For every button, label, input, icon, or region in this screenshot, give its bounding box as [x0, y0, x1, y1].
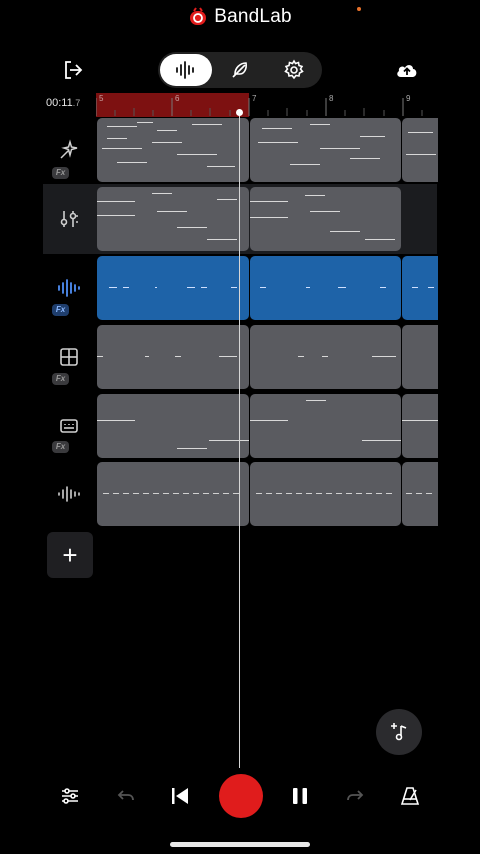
exit-icon [65, 61, 83, 79]
track-3-header[interactable] [52, 272, 86, 304]
track-1-header[interactable] [52, 134, 86, 166]
track-6-header[interactable] [52, 478, 86, 510]
mode-studio-icon-wrap[interactable] [160, 54, 212, 86]
fx-badge[interactable]: Fx [52, 304, 69, 316]
timeline-ruler[interactable]: 5 6 7 8 9 [96, 92, 438, 116]
settings-sliders-icon [62, 788, 78, 804]
track-5-clip[interactable] [250, 394, 401, 458]
exit-button[interactable] [58, 56, 88, 84]
pause-icon [293, 788, 307, 804]
cloud-upload-icon [397, 65, 417, 77]
track-1-clip[interactable] [402, 118, 438, 182]
track-4-clip[interactable] [97, 325, 249, 389]
track-3-clip[interactable] [402, 256, 438, 320]
playhead-handle[interactable] [236, 109, 243, 116]
mode-lyrics-button[interactable] [224, 56, 256, 84]
time-display: 00:11.7 [46, 97, 80, 109]
fx-badge[interactable]: Fx [52, 167, 69, 179]
redo-icon [347, 790, 364, 801]
track-2-header[interactable] [52, 203, 86, 235]
waveform-icon [58, 279, 80, 297]
status-dot [357, 7, 361, 11]
track-4-clip[interactable] [402, 325, 438, 389]
redo-button[interactable] [341, 782, 369, 810]
drum-pads-icon [60, 348, 78, 366]
pause-button[interactable] [286, 782, 314, 810]
upload-button[interactable] [392, 56, 422, 84]
track-5-clip[interactable] [97, 394, 249, 458]
home-indicator[interactable] [170, 842, 310, 847]
feather-icon [232, 62, 247, 78]
track-1-clip[interactable] [97, 118, 249, 182]
ruler-tick-6: 6 [175, 94, 180, 103]
plus-icon: + [62, 540, 78, 570]
mode-settings-button[interactable] [278, 56, 310, 84]
playhead[interactable] [239, 112, 240, 768]
track-5-clip[interactable] [402, 394, 438, 458]
music-note-plus-icon [391, 723, 407, 741]
time-fraction: .7 [72, 98, 81, 108]
ruler-tick-5: 5 [99, 94, 104, 103]
track-6-clip[interactable] [402, 462, 438, 526]
track-3-clip[interactable] [97, 256, 249, 320]
skip-back-icon [172, 788, 188, 804]
bandlab-logo-icon [190, 7, 207, 25]
track-5-header[interactable] [52, 410, 86, 442]
record-button[interactable] [219, 774, 263, 818]
fx-badge[interactable]: Fx [52, 441, 69, 453]
mix-settings-button[interactable] [56, 782, 84, 810]
keyboard-icon [60, 419, 78, 433]
time-main: 00:11 [46, 97, 73, 109]
ruler-tick-8: 8 [329, 94, 334, 103]
fx-badge[interactable]: Fx [52, 373, 69, 385]
brand-header: BandLab [0, 4, 480, 30]
vocal-sparkle-icon [60, 139, 78, 159]
brand-name: BandLab [214, 6, 292, 27]
ruler-tick-7: 7 [252, 94, 257, 103]
ruler-tick-9: 9 [406, 94, 411, 103]
track-6-clip[interactable] [250, 462, 401, 526]
gear-icon [284, 59, 304, 80]
add-instrument-button[interactable] [376, 709, 422, 755]
track-3-clip[interactable] [250, 256, 401, 320]
add-track-button[interactable]: + [47, 532, 93, 578]
track-4-header[interactable] [52, 341, 86, 373]
track-2-clip[interactable] [97, 187, 249, 251]
undo-icon [117, 790, 134, 801]
track-6-clip[interactable] [97, 462, 249, 526]
metronome-button[interactable] [396, 782, 424, 810]
waveform-icon [58, 486, 80, 502]
metronome-icon [400, 787, 420, 805]
track-2-clip[interactable] [250, 187, 401, 251]
skip-back-button[interactable] [166, 782, 194, 810]
track-4-clip[interactable] [250, 325, 401, 389]
mixer-sliders-icon [60, 211, 78, 227]
undo-button[interactable] [112, 782, 140, 810]
track-1-clip[interactable] [250, 118, 401, 182]
waveform-icon [176, 61, 194, 79]
